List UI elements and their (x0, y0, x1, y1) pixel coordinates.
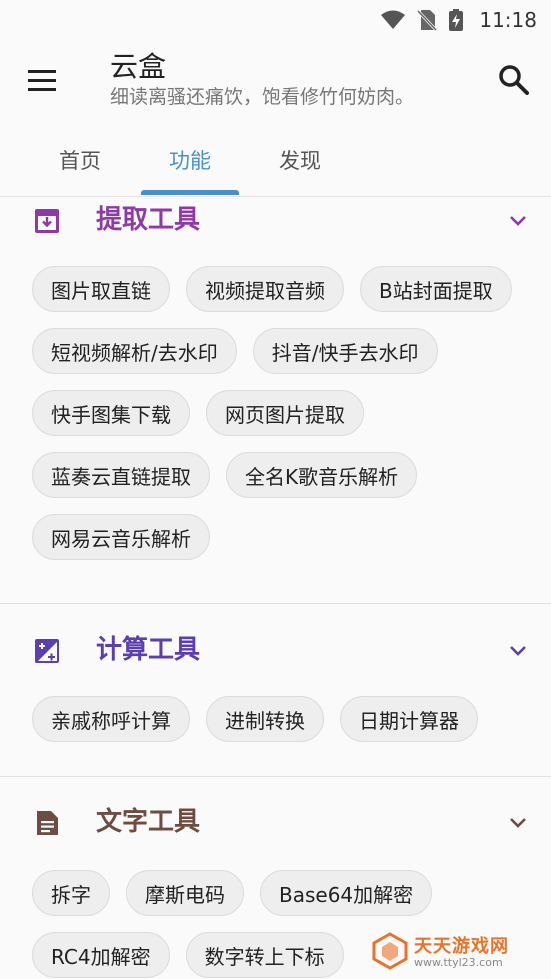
chip-kuaishou-gallery[interactable]: 快手图集下载 (32, 390, 190, 436)
clock: 11:18 (479, 8, 537, 32)
tab-functions[interactable]: 功能 (141, 130, 239, 190)
chip-base-convert[interactable]: 进制转换 (206, 696, 324, 742)
status-bar: 11:18 (0, 0, 551, 40)
chip-date-calc[interactable]: 日期计算器 (340, 696, 478, 742)
chip-list: 亲戚称呼计算 进制转换 日期计算器 (32, 696, 531, 742)
tab-discover[interactable]: 发现 (251, 130, 349, 190)
chip-bilibili-cover[interactable]: B站封面提取 (360, 266, 512, 312)
section-text-tools: 文字工具 拆字 摩斯电码 Base64加解密 RC4加解密 数字转上下标 (0, 794, 551, 978)
chip-list: 图片取直链 视频提取音频 B站封面提取 短视频解析/去水印 抖音/快手去水印 快… (32, 266, 531, 560)
app-title: 云盒 (110, 50, 167, 83)
chip-rc4[interactable]: RC4加解密 (32, 932, 170, 978)
section-title: 文字工具 (96, 807, 201, 837)
divider (0, 603, 551, 604)
no-sim-icon (417, 9, 438, 31)
section-header[interactable]: 文字工具 (0, 794, 551, 854)
section-header[interactable]: 计算工具 (0, 622, 551, 682)
tab-home[interactable]: 首页 (31, 130, 129, 190)
chip-lanzou-link[interactable]: 蓝奏云直链提取 (32, 452, 210, 498)
watermark-text: 天天游戏网 (414, 936, 509, 957)
chevron-down-icon[interactable] (506, 638, 530, 662)
section-header[interactable]: 提取工具 (0, 192, 551, 252)
section-extract-tools: 提取工具 图片取直链 视频提取音频 B站封面提取 短视频解析/去水印 抖音/快手… (0, 192, 551, 560)
chip-sub-superscript[interactable]: 数字转上下标 (185, 932, 344, 978)
chevron-down-icon[interactable] (506, 208, 530, 232)
search-icon[interactable] (496, 62, 532, 98)
chip-relative-calc[interactable]: 亲戚称呼计算 (32, 696, 190, 742)
watermark: 天天游戏网 www.ttyl23.com (368, 928, 548, 976)
section-calc-tools: 计算工具 亲戚称呼计算 进制转换 日期计算器 (0, 622, 551, 742)
app-subtitle: 细读离骚还痛饮，饱看修竹何妨肉。 (110, 86, 415, 108)
title-block: 云盒 细读离骚还痛饮，饱看修竹何妨肉。 (110, 50, 414, 110)
section-title: 计算工具 (96, 635, 201, 665)
section-title: 提取工具 (96, 205, 201, 235)
document-icon (37, 811, 58, 835)
chip-morse[interactable]: 摩斯电码 (126, 870, 244, 916)
chip-video-audio[interactable]: 视频提取音频 (186, 266, 344, 312)
chip-kge-music[interactable]: 全名K歌音乐解析 (226, 452, 418, 498)
divider (0, 776, 551, 777)
wifi-icon (381, 10, 406, 29)
tab-bar: 首页 功能 发现 (0, 130, 551, 197)
calculator-icon (35, 639, 59, 663)
chip-image-link[interactable]: 图片取直链 (32, 266, 170, 312)
menu-icon[interactable] (24, 62, 60, 98)
chip-netease-music[interactable]: 网易云音乐解析 (32, 514, 210, 560)
app-bar: 云盒 细读离骚还痛饮，饱看修竹何妨肉。 (0, 40, 551, 120)
battery-charging-icon (449, 9, 464, 31)
chip-short-video[interactable]: 短视频解析/去水印 (32, 328, 237, 374)
download-box-icon (35, 209, 59, 233)
chevron-down-icon[interactable] (506, 810, 530, 834)
chip-split-char[interactable]: 拆字 (32, 870, 110, 916)
chip-base64[interactable]: Base64加解密 (260, 870, 433, 916)
watermark-logo-icon (372, 932, 408, 970)
chip-webpage-images[interactable]: 网页图片提取 (206, 390, 364, 436)
watermark-url: www.ttyl23.com (414, 956, 503, 969)
chip-douyin-kuaishou[interactable]: 抖音/快手去水印 (252, 328, 438, 374)
